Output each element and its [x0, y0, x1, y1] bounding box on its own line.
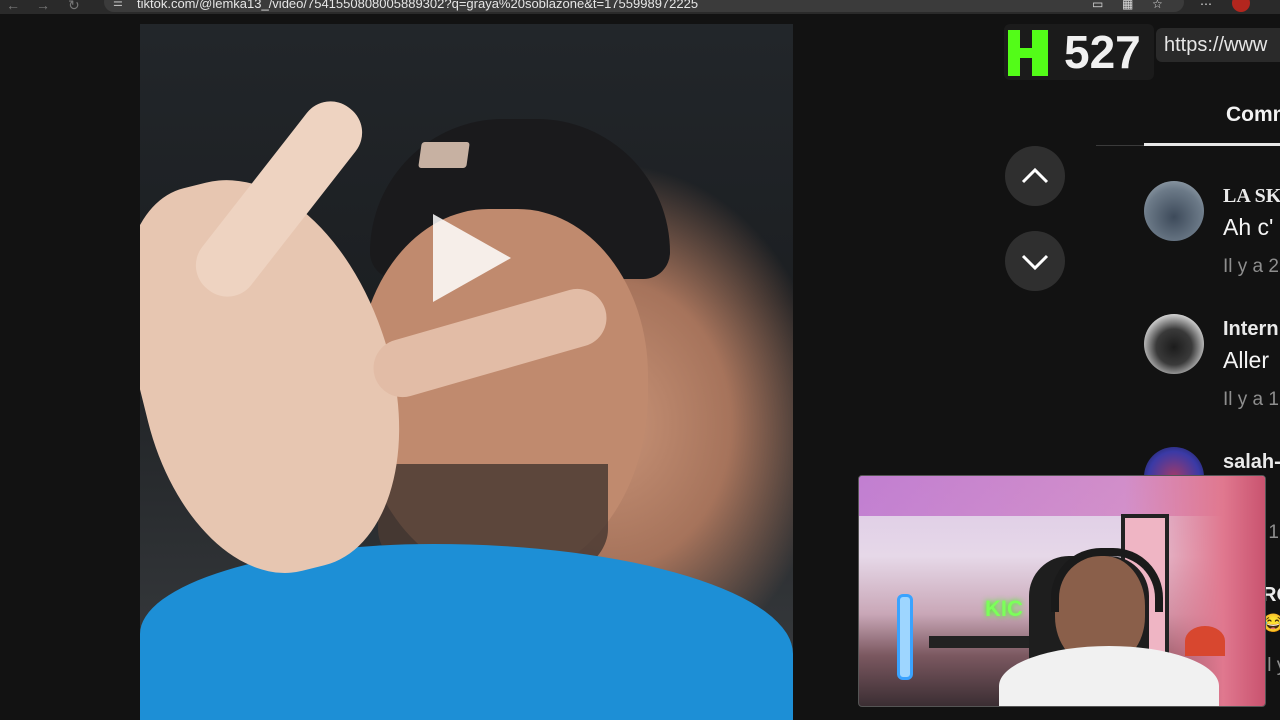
link-overlay-text: https://www: [1164, 34, 1268, 56]
extensions-icon[interactable]: ⋯: [1200, 0, 1212, 12]
cast-icon[interactable]: ▭: [1092, 0, 1103, 12]
comment-text: Aller: [1223, 347, 1270, 373]
comment-author[interactable]: LA SK: [1223, 185, 1280, 208]
comment-time: Il y a 2: [1223, 256, 1279, 277]
next-video-button[interactable]: [1005, 231, 1065, 291]
play-icon[interactable]: [433, 214, 511, 302]
chevron-down-icon: [1021, 254, 1049, 271]
avatar[interactable]: [1144, 314, 1204, 374]
webcam-overlay: KIC: [858, 475, 1266, 707]
avatar[interactable]: [1144, 181, 1204, 241]
led-lamp: [897, 594, 913, 680]
neon-sign: KIC: [985, 596, 1023, 621]
chevron-up-icon: [1021, 167, 1049, 184]
comment-text: Ah c': [1223, 214, 1274, 240]
shirt: [140, 544, 793, 720]
site-info-icon[interactable]: ☰: [113, 0, 123, 9]
kick-logo-cutout: [1020, 58, 1032, 76]
back-icon[interactable]: ←: [6, 0, 20, 14]
viewer-count: 527: [1064, 26, 1141, 78]
url-text[interactable]: tiktok.com/@lemka13_/video/7541550808005…: [137, 0, 698, 12]
translate-icon[interactable]: ▦: [1122, 0, 1133, 12]
tab-active-indicator: [1144, 143, 1280, 146]
comment-author[interactable]: salah-: [1223, 451, 1280, 474]
reload-icon[interactable]: ↻: [68, 0, 80, 14]
bookmark-star-icon[interactable]: ☆: [1152, 0, 1163, 12]
forward-icon[interactable]: →: [36, 0, 50, 14]
kick-logo-cutout: [1020, 30, 1032, 48]
cap-logo: [418, 142, 470, 168]
previous-video-button[interactable]: [1005, 146, 1065, 206]
plant: [1185, 626, 1225, 656]
video-player[interactable]: [140, 24, 793, 720]
tab-comments[interactable]: Comm: [1226, 103, 1280, 127]
comment-author[interactable]: Intern: [1223, 318, 1279, 341]
comment-time: Il y a 1: [1223, 389, 1279, 410]
